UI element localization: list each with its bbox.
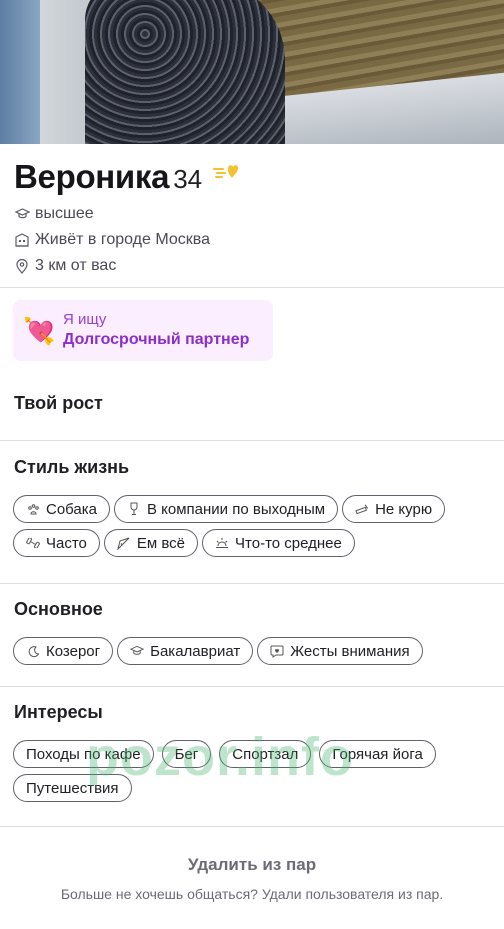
paw-icon <box>26 502 40 516</box>
lifestyle-chips: Собака В компании по выходным Не курю Ча… <box>13 495 493 557</box>
seeking-value: Долгосрочный партнер <box>63 331 250 348</box>
chip-bachelor[interactable]: Бакалавриат <box>117 637 254 665</box>
location-pin-icon <box>14 258 30 274</box>
seeking-card: 💘 Я ищу Долгосрочный партнер <box>13 300 273 361</box>
profile-name: Вероника <box>14 158 170 195</box>
no-smoking-icon <box>355 502 369 516</box>
city-row: Живёт в городе Москва <box>14 231 210 249</box>
chip-label: Собака <box>46 500 97 518</box>
photo-dress <box>85 0 285 144</box>
flying-heart-icon <box>212 164 239 187</box>
chip-workout-often[interactable]: Часто <box>13 529 100 557</box>
chip-capricorn[interactable]: Козерог <box>13 637 114 665</box>
chip-label: Бакалавриат <box>150 642 241 660</box>
distance-text: 3 км от вас <box>35 257 117 274</box>
interests-chips: Походы по кафе Бег Спортзал Горячая йога… <box>13 740 493 802</box>
divider <box>0 440 504 441</box>
chip-label: Жесты внимания <box>290 642 410 660</box>
profile-age: 34 <box>173 164 203 194</box>
remove-match-button[interactable]: Удалить из пар <box>0 855 504 875</box>
chat-heart-icon <box>270 644 284 658</box>
education-text: высшее <box>35 205 94 222</box>
education-row: высшее <box>14 205 94 223</box>
chip-dog[interactable]: Собака <box>13 495 110 523</box>
chip-interest[interactable]: Горячая йога <box>319 740 436 768</box>
chip-weekend-company[interactable]: В компании по выходным <box>114 495 339 523</box>
chip-interest[interactable]: Путешествия <box>13 774 132 802</box>
chip-something-in-between[interactable]: Что-то среднее <box>202 529 355 557</box>
chip-love-language[interactable]: Жесты внимания <box>257 637 423 665</box>
basics-section-title: Основное <box>14 599 103 619</box>
chip-label: Козерог <box>46 642 101 660</box>
chip-label: Часто <box>46 534 87 552</box>
dumbbell-icon <box>26 536 40 550</box>
lifestyle-section-title: Стиль жизнь <box>14 457 130 477</box>
heart-arrow-icon: 💘 <box>23 316 56 346</box>
pizza-icon <box>117 536 131 550</box>
chip-label: Ем всё <box>136 534 186 552</box>
remove-match-description: Больше не хочешь общаться? Удали пользов… <box>60 886 444 902</box>
chip-eat-everything[interactable]: Ем всё <box>103 529 199 557</box>
moon-icon <box>26 644 40 658</box>
chip-interest[interactable]: Походы по кафе <box>13 740 154 768</box>
chip-label: В компании по выходным <box>147 500 326 518</box>
sunrise-icon <box>215 536 229 550</box>
divider <box>0 686 504 687</box>
divider <box>0 287 504 288</box>
seeking-label: Я ищу <box>63 311 107 328</box>
chip-label: Не курю <box>375 500 433 518</box>
building-icon <box>14 232 30 248</box>
profile-header: Вероника 34 <box>14 158 239 196</box>
divider <box>0 583 504 584</box>
basics-chips: Козерог Бакалавриат Жесты внимания <box>13 637 493 665</box>
chip-interest[interactable]: Бег <box>161 740 212 768</box>
city-text: Живёт в городе Москва <box>35 231 210 248</box>
interests-section-title: Интересы <box>14 702 103 722</box>
chip-no-smoking[interactable]: Не курю <box>342 495 446 523</box>
chip-label: Что-то среднее <box>235 534 342 552</box>
chip-interest[interactable]: Спортзал <box>219 740 312 768</box>
distance-row: 3 км от вас <box>14 257 116 275</box>
photo-jeans <box>0 0 40 144</box>
height-section-title: Твой рост <box>14 393 103 413</box>
graduation-cap-icon <box>14 206 30 222</box>
wine-glass-icon <box>127 502 141 516</box>
profile-photo[interactable] <box>0 0 504 144</box>
graduation-cap-icon <box>130 644 145 658</box>
divider <box>0 826 504 827</box>
